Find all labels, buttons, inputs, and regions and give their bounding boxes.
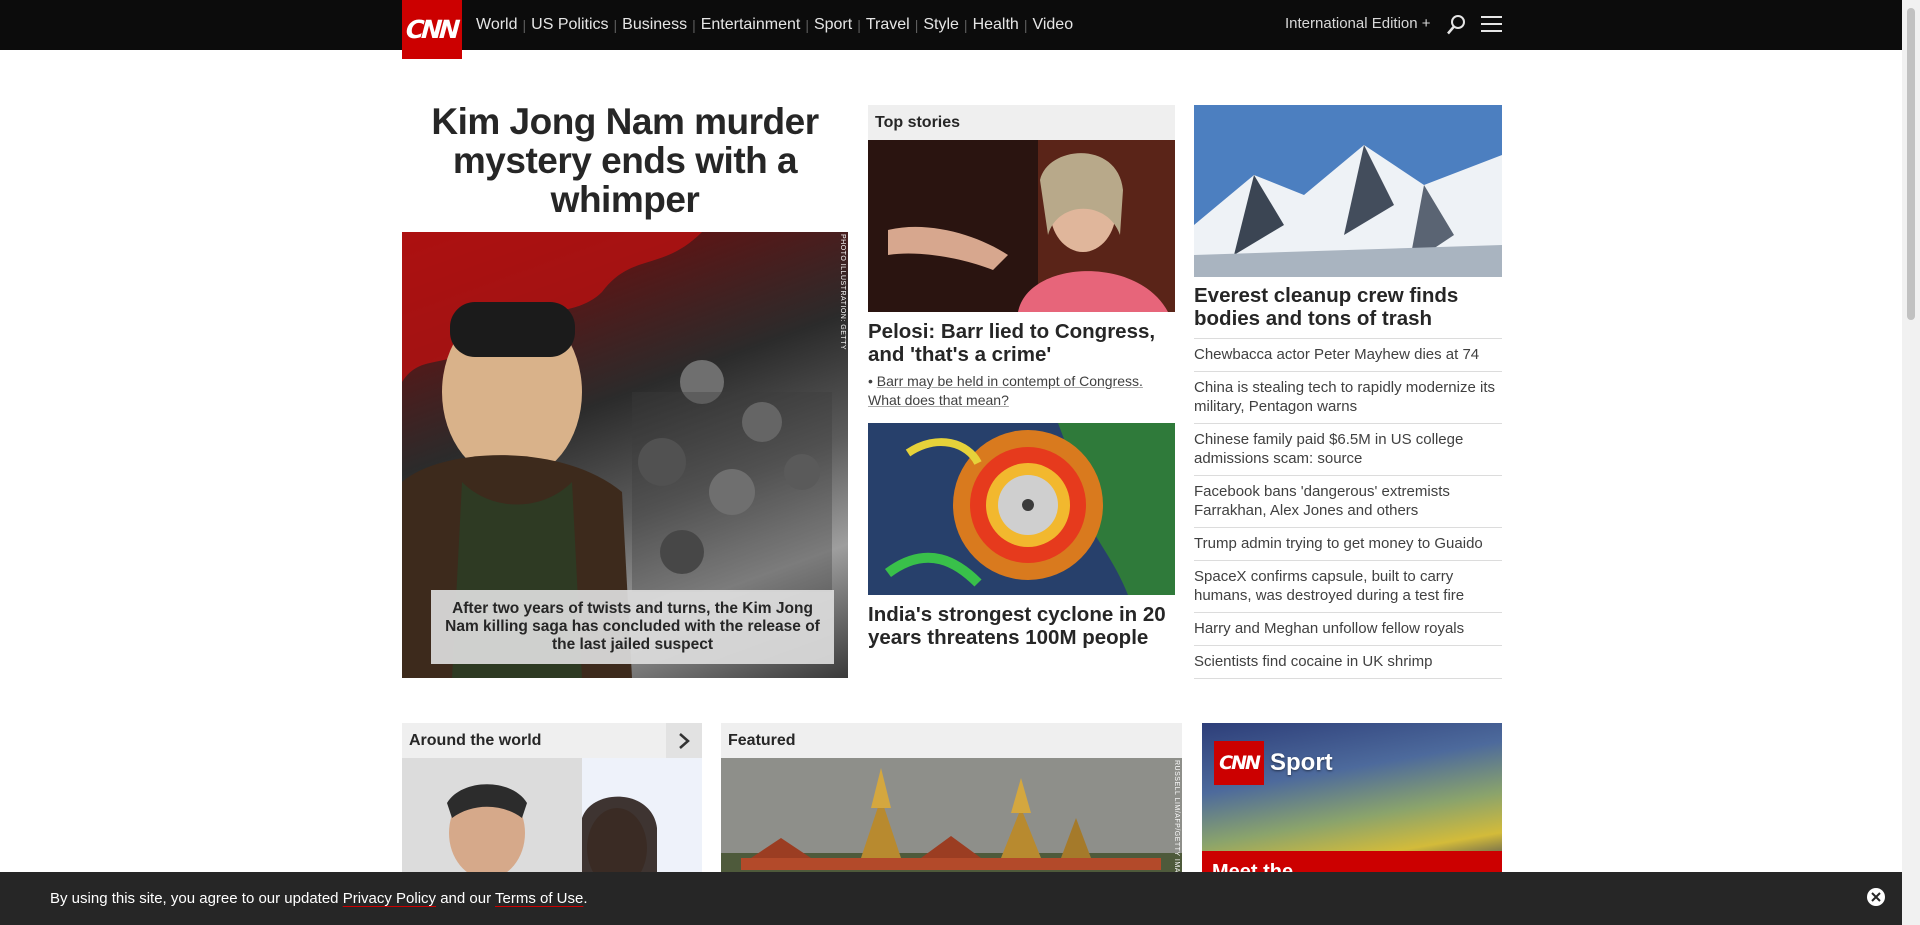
nav-link-video[interactable]: Video bbox=[1027, 16, 1078, 34]
list-item[interactable]: Chewbacca actor Peter Mayhew dies at 74 bbox=[1194, 339, 1502, 372]
top-navigation: CNN World | US Politics | Business | Entert… bbox=[0, 0, 1902, 59]
nav-link-health[interactable]: Health bbox=[968, 16, 1024, 34]
cookie-text-start: By using this site, you agree to our upd… bbox=[50, 890, 343, 907]
nav-link-sport[interactable]: Sport bbox=[809, 16, 857, 34]
barr-contempt-link[interactable]: Barr may be held in contempt of Congress… bbox=[868, 373, 1143, 408]
sport-teaser-text: Meet the bbox=[1212, 861, 1294, 873]
sport-teaser-strip: Meet the bbox=[1202, 851, 1502, 873]
search-icon[interactable] bbox=[1446, 14, 1466, 36]
nav-link-travel[interactable]: Travel bbox=[861, 16, 915, 34]
list-item[interactable]: Facebook bans 'dangerous' extremists Far… bbox=[1194, 476, 1502, 528]
cookie-text-middle: and our bbox=[436, 890, 495, 907]
hero-headline[interactable]: Kim Jong Nam murder mystery ends with a … bbox=[402, 102, 848, 219]
nav-link-entertainment[interactable]: Entertainment bbox=[696, 16, 806, 34]
cookie-message: By using this site, you agree to our upd… bbox=[50, 890, 588, 907]
pelosi-subheadline: • Barr may be held in contempt of Congre… bbox=[868, 373, 1143, 408]
nav-link-business[interactable]: Business bbox=[617, 16, 692, 34]
scrollbar-thumb[interactable] bbox=[1907, 8, 1915, 320]
list-item[interactable]: Chinese family paid $6.5M in US college … bbox=[1194, 424, 1502, 476]
everest-image[interactable] bbox=[1194, 105, 1502, 277]
nav-link-world[interactable]: World bbox=[471, 16, 523, 34]
cyclone-headline[interactable]: India's strongest cyclone in 20 years th… bbox=[868, 603, 1175, 649]
cyclone-image[interactable] bbox=[868, 423, 1175, 595]
cookie-text-end: . bbox=[583, 890, 588, 907]
cnn-sport-promo[interactable]: CNN Sport Meet the bbox=[1202, 723, 1502, 873]
nav-link-us-politics[interactable]: US Politics bbox=[526, 16, 613, 34]
top-stories-heading: Top stories bbox=[868, 105, 1175, 140]
pelosi-headline[interactable]: Pelosi: Barr lied to Congress, and 'that… bbox=[868, 320, 1175, 366]
around-the-world-label: Around the world bbox=[409, 731, 542, 749]
cnn-sport-logo: CNN bbox=[1214, 741, 1264, 785]
cookie-consent-bar: By using this site, you agree to our upd… bbox=[0, 872, 1902, 925]
hamburger-menu-icon[interactable] bbox=[1481, 16, 1502, 33]
pelosi-image[interactable] bbox=[868, 140, 1175, 312]
nav-links: World | US Politics | Business | Entertainm… bbox=[471, 0, 1078, 50]
featured-photo-credit: RUSSELL LIM/AFP/GETTY IMAGES bbox=[1173, 760, 1180, 890]
cnn-sport-badge: CNN Sport bbox=[1214, 741, 1333, 785]
nav-link-style[interactable]: Style bbox=[918, 16, 964, 34]
hero-caption[interactable]: After two years of twists and turns, the… bbox=[431, 590, 834, 664]
sport-label: Sport bbox=[1270, 749, 1333, 776]
list-item[interactable]: Harry and Meghan unfollow fellow royals bbox=[1194, 613, 1502, 646]
list-item[interactable]: China is stealing tech to rapidly modern… bbox=[1194, 372, 1502, 424]
list-item[interactable]: SpaceX confirms capsule, built to carry … bbox=[1194, 561, 1502, 613]
everest-headline[interactable]: Everest cleanup crew finds bodies and to… bbox=[1194, 284, 1502, 339]
close-icon[interactable] bbox=[1867, 888, 1885, 906]
list-item[interactable]: Trump admin trying to get money to Guaid… bbox=[1194, 528, 1502, 561]
cnn-logo[interactable]: CNN bbox=[402, 0, 462, 59]
photo-credit: PHOTO ILLUSTRATION: GETTY bbox=[839, 234, 846, 351]
top-stories-column: Top stories Pelosi: Barr lied to Congres… bbox=[868, 105, 1175, 649]
list-item[interactable]: Scientists find cocaine in UK shrimp bbox=[1194, 646, 1502, 679]
chevron-right-icon[interactable] bbox=[666, 723, 702, 758]
edition-selector[interactable]: International Edition + bbox=[1285, 15, 1431, 32]
hero-image[interactable]: PHOTO ILLUSTRATION: GETTY After two year… bbox=[402, 232, 848, 678]
privacy-policy-link[interactable]: Privacy Policy bbox=[343, 890, 436, 907]
page-scrollbar[interactable] bbox=[1902, 0, 1920, 925]
terms-of-use-link[interactable]: Terms of Use bbox=[495, 890, 583, 907]
right-column: Everest cleanup crew finds bodies and to… bbox=[1194, 105, 1502, 679]
featured-heading: Featured bbox=[721, 723, 1182, 758]
around-the-world-heading: Around the world bbox=[402, 723, 702, 758]
logo-text: CNN bbox=[405, 15, 459, 44]
